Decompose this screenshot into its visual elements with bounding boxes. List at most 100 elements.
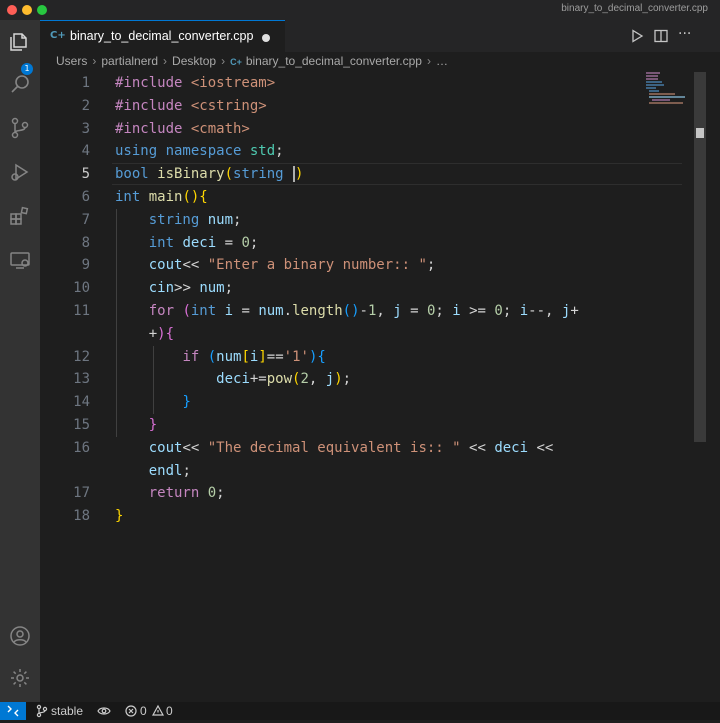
code-token: num bbox=[216, 348, 242, 365]
split-editor-icon[interactable] bbox=[653, 28, 669, 44]
code-token: isBinary bbox=[157, 166, 225, 183]
line-number: 11 bbox=[73, 303, 90, 319]
code-token: deci bbox=[494, 439, 529, 456]
scrollbar-cursor-marker bbox=[696, 128, 704, 138]
code-token: ) bbox=[334, 371, 343, 388]
close-window-button[interactable] bbox=[7, 5, 17, 15]
minimap[interactable] bbox=[646, 72, 690, 108]
code-line[interactable]: #include <cmath> bbox=[115, 118, 250, 141]
branch-name[interactable]: stable bbox=[51, 704, 83, 718]
branch-icon bbox=[36, 704, 48, 721]
line-number: 6 bbox=[81, 189, 90, 205]
code-line[interactable]: int deci = 0; bbox=[115, 232, 259, 255]
code-editor[interactable]: 1 2 3 4 5 6 7 8 9 10 11 12 13 14 15 16 17 18 #include <io… bbox=[40, 72, 720, 702]
code-token: 0 bbox=[494, 303, 503, 319]
run-play-icon[interactable] bbox=[629, 28, 645, 44]
code-token: 0 bbox=[241, 234, 250, 251]
code-line[interactable]: bool isBinary(string ) bbox=[115, 163, 303, 186]
account-icon[interactable] bbox=[8, 624, 32, 648]
code-line[interactable]: cout<< "Enter a binary number:: "; bbox=[115, 254, 436, 277]
code-token: + bbox=[115, 325, 158, 342]
breadcrumb-file[interactable]: binary_to_decimal_converter.cpp bbox=[246, 54, 422, 68]
code-line[interactable]: deci+=pow(2, j); bbox=[115, 368, 351, 391]
line-number: 3 bbox=[81, 120, 90, 137]
code-line[interactable]: } bbox=[115, 505, 123, 528]
code-line[interactable]: if (num[i]=='1'){ bbox=[115, 346, 326, 369]
code-line[interactable]: string num; bbox=[115, 209, 242, 232]
code-line[interactable]: endl; bbox=[115, 460, 191, 483]
code-token: ) bbox=[157, 325, 166, 342]
code-token: bool bbox=[115, 166, 158, 183]
code-token: { bbox=[317, 348, 326, 365]
code-token: ; bbox=[216, 485, 225, 502]
remote-explorer-icon[interactable] bbox=[8, 248, 32, 272]
more-actions-button[interactable]: ··· bbox=[678, 26, 691, 42]
code-line[interactable]: #include <cstring> bbox=[115, 95, 267, 118]
code-token: cin bbox=[148, 280, 175, 297]
breadcrumb-partialnerd[interactable]: partialnerd bbox=[101, 54, 158, 68]
code-line[interactable]: #include <iostream> bbox=[115, 72, 275, 95]
code-token: ) bbox=[295, 166, 304, 183]
line-number bbox=[40, 460, 90, 483]
cpp-file-icon: C+ bbox=[230, 57, 242, 67]
warning-icon bbox=[151, 704, 165, 721]
code-token: deci bbox=[216, 371, 250, 388]
extensions-icon[interactable] bbox=[8, 204, 32, 228]
code-line[interactable]: for (int i = num.length()-1, j = 0; i >=… bbox=[115, 300, 579, 323]
error-count[interactable]: 0 bbox=[140, 704, 147, 718]
breadcrumb-desktop[interactable]: Desktop bbox=[172, 54, 216, 68]
breadcrumb-users[interactable]: Users bbox=[56, 54, 87, 68]
source-control-icon[interactable] bbox=[8, 116, 32, 140]
chevron-right-icon: › bbox=[221, 54, 226, 68]
code-line[interactable]: return 0; bbox=[115, 482, 225, 505]
cpp-file-icon: C+ bbox=[50, 30, 66, 41]
code-token: int bbox=[190, 303, 225, 319]
code-token: >= bbox=[460, 303, 495, 319]
code-token: - bbox=[359, 303, 368, 319]
code-line[interactable]: int main(){ bbox=[115, 186, 208, 209]
code-token: } bbox=[148, 417, 158, 433]
minimize-window-button[interactable] bbox=[22, 5, 32, 15]
warning-count[interactable]: 0 bbox=[166, 704, 173, 718]
line-number: 1 bbox=[81, 75, 90, 91]
code-token: ; bbox=[249, 234, 259, 251]
search-icon[interactable] bbox=[8, 72, 32, 96]
code-token: using bbox=[115, 143, 166, 160]
code-line[interactable]: } bbox=[115, 414, 157, 437]
code-token: ; bbox=[342, 371, 352, 388]
code-line[interactable]: +){ bbox=[115, 323, 174, 346]
code-line[interactable]: cin>> num; bbox=[115, 277, 233, 300]
code-token: ; bbox=[502, 303, 520, 319]
code-token: << bbox=[460, 439, 495, 456]
code-line[interactable]: cout<< "The decimal equivalent is:: " <<… bbox=[115, 437, 554, 460]
activity-bar: 1 bbox=[0, 20, 40, 702]
explorer-icon[interactable] bbox=[8, 30, 32, 54]
chevron-right-icon: › bbox=[92, 54, 97, 68]
remote-indicator-button[interactable] bbox=[0, 702, 26, 720]
line-number: 10 bbox=[73, 280, 90, 297]
title-bar: binary_to_decimal_converter.cpp bbox=[0, 0, 720, 20]
code-token: '1' bbox=[283, 348, 309, 365]
line-number: 9 bbox=[81, 257, 90, 274]
maximize-window-button[interactable] bbox=[37, 5, 47, 15]
code-token: num bbox=[258, 303, 284, 319]
breadcrumb-symbols[interactable]: … bbox=[436, 54, 448, 68]
code-token: } bbox=[115, 508, 124, 525]
code-token: int bbox=[148, 234, 183, 251]
unsaved-dot-icon[interactable] bbox=[262, 34, 270, 42]
code-token: { bbox=[199, 189, 208, 205]
code-token: #include bbox=[115, 97, 191, 114]
code-token: , bbox=[376, 303, 394, 319]
code-token: cout bbox=[148, 439, 183, 456]
sync-icon[interactable] bbox=[97, 704, 111, 721]
code-line[interactable]: using namespace std; bbox=[115, 140, 284, 163]
run-debug-icon[interactable] bbox=[8, 160, 32, 184]
line-number: 17 bbox=[73, 485, 90, 502]
tab-binary-to-decimal-converter[interactable]: C+ binary_to_decimal_converter.cpp bbox=[40, 20, 285, 52]
manage-gear-icon[interactable] bbox=[8, 666, 32, 690]
